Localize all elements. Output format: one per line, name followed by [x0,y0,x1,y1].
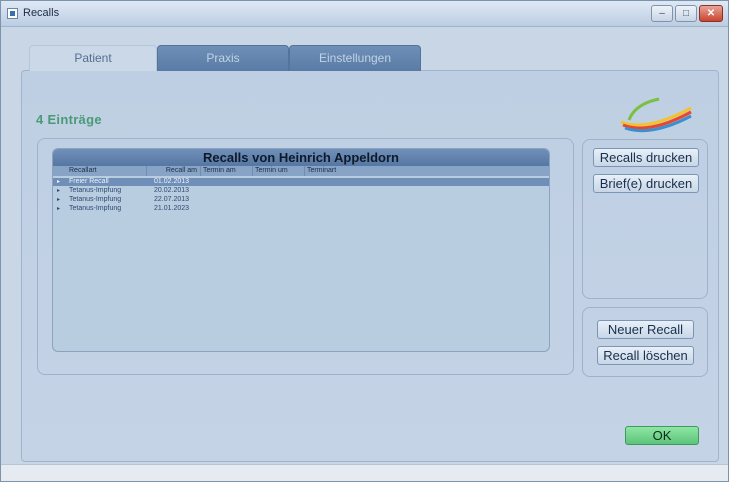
grid-title: Recalls von Heinrich Appeldorn [53,149,549,166]
cell-recallart: Tetanus-Impfung [69,187,122,194]
tab-patient-label: Patient [74,51,112,65]
briefe-drucken-button[interactable]: Brief(e) drucken [593,174,699,193]
row-marker-icon: ▸ [57,188,61,194]
row-selected-icon: ▸ [57,179,61,185]
entry-count: 4 Einträge [36,112,102,127]
window-title: Recalls [23,7,60,19]
row-marker-icon: ▸ [57,197,61,203]
tab-praxis-label: Praxis [206,51,240,65]
column-header-termin-am[interactable]: Termin am [201,166,253,176]
table-row[interactable]: ▸ Freier Recall 01.02.2013 [53,178,549,186]
grid-header: Recallart Recall am Termin am Termin um … [53,166,549,176]
recall-loeschen-button[interactable]: Recall löschen [597,346,694,365]
minimize-icon: – [659,8,665,19]
tab-praxis[interactable]: Praxis [157,45,289,71]
cell-recall-am: 21.01.2023 [154,205,190,212]
recalls-window: Recalls – □ ✕ Patient Praxis Einstellung… [0,0,729,482]
ok-button[interactable]: OK [625,426,699,445]
column-header-terminart[interactable]: Terminart [305,166,549,176]
column-header-termin-um[interactable]: Termin um [253,166,305,176]
column-header-recallart[interactable]: Recallart [67,166,147,176]
maximize-icon: □ [682,8,690,19]
close-button[interactable]: ✕ [699,5,723,22]
tab-einstellungen[interactable]: Einstellungen [289,45,421,71]
brand-logo-icon [620,97,692,133]
status-bar [1,464,728,481]
cell-recall-am: 20.02.2013 [154,187,190,194]
maximize-button[interactable]: □ [675,5,697,22]
recalls-drucken-button[interactable]: Recalls drucken [593,148,699,167]
table-row[interactable]: ▸ Tetanus-Impfung 20.02.2013 [53,187,549,195]
app-icon [7,8,18,19]
cell-recallart: Tetanus-Impfung [69,196,122,203]
table-row[interactable]: ▸ Tetanus-Impfung 22.07.2013 [53,196,549,204]
cell-recall-am: 22.07.2013 [154,196,190,203]
close-icon: ✕ [706,8,716,19]
tab-patient[interactable]: Patient [29,45,157,71]
cell-recall-am: 01.02.2013 [154,178,190,185]
tab-einstellungen-label: Einstellungen [318,51,392,65]
column-header-recall-am[interactable]: Recall am [147,166,201,176]
cell-recallart: Freier Recall [69,178,109,185]
table-row[interactable]: ▸ Tetanus-Impfung 21.01.2023 [53,205,549,213]
neuer-recall-button[interactable]: Neuer Recall [597,320,694,339]
title-bar: Recalls – □ ✕ [1,1,728,27]
row-marker-icon: ▸ [57,206,61,212]
cell-recallart: Tetanus-Impfung [69,205,122,212]
minimize-button[interactable]: – [651,5,673,22]
recall-actions-group [582,307,708,377]
recalls-grid: Recalls von Heinrich Appeldorn Recallart… [52,148,550,352]
